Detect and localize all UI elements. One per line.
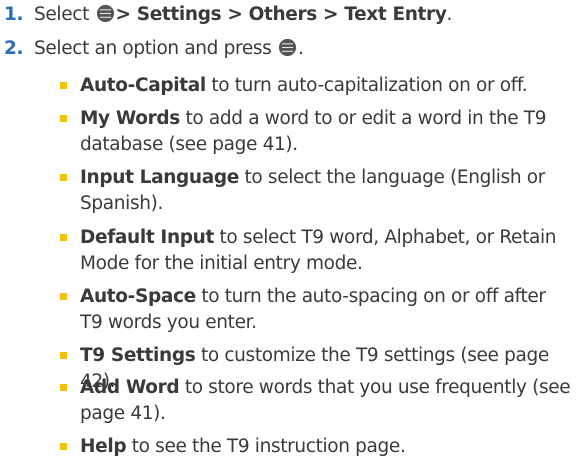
bullet-icon <box>60 174 67 181</box>
menu-ok-key-icon <box>279 39 296 56</box>
bullet-icon <box>60 352 67 359</box>
option-term: Help <box>80 436 127 457</box>
bullet-icon <box>60 234 67 241</box>
step-suffix: . <box>446 4 453 25</box>
step-text: Select an option and press . <box>34 37 304 61</box>
option-auto-capital: Auto-Capital to turn auto-capitalization… <box>60 73 572 99</box>
bullet-icon <box>60 443 67 450</box>
option-add-word: Add Word to store words that you use fre… <box>60 375 572 427</box>
bullet-icon <box>60 82 67 89</box>
option-term: My Words <box>80 108 180 129</box>
menu-path: > Settings > Others > Text Entry <box>115 4 447 25</box>
step-suffix: . <box>298 38 304 59</box>
option-term: Default Input <box>80 227 214 248</box>
menu-ok-key-icon <box>96 5 114 22</box>
option-term: Add Word <box>80 377 180 398</box>
option-default-input: Default Input to select T9 word, Alphabe… <box>60 225 572 277</box>
option-term: Input Language <box>80 167 239 188</box>
step-number: 1. <box>4 4 24 25</box>
option-term: Auto-Capital <box>80 75 206 96</box>
bullet-icon <box>60 384 67 391</box>
option-term: T9 Settings <box>80 345 196 366</box>
option-description: to turn auto-capitalization on or off. <box>211 75 528 96</box>
option-input-language: Input Language to select the language (E… <box>60 165 572 217</box>
step-prefix: Select <box>34 4 89 25</box>
option-description: to see the T9 instruction page. <box>131 436 406 457</box>
step-number: 2. <box>4 38 24 59</box>
bullet-icon <box>60 293 67 300</box>
bullet-icon <box>60 115 67 122</box>
option-auto-space: Auto-Space to turn the auto-spacing on o… <box>60 284 572 336</box>
step-prefix: Select an option and press <box>34 38 272 59</box>
instruction-page: 1. Select > Settings > Others > Text Ent… <box>0 0 584 461</box>
option-my-words: My Words to add a word to or edit a word… <box>60 106 572 158</box>
option-help: Help to see the T9 instruction page. <box>60 434 572 460</box>
option-term: Auto-Space <box>80 286 196 307</box>
step-text: Select > Settings > Others > Text Entry. <box>34 3 452 27</box>
